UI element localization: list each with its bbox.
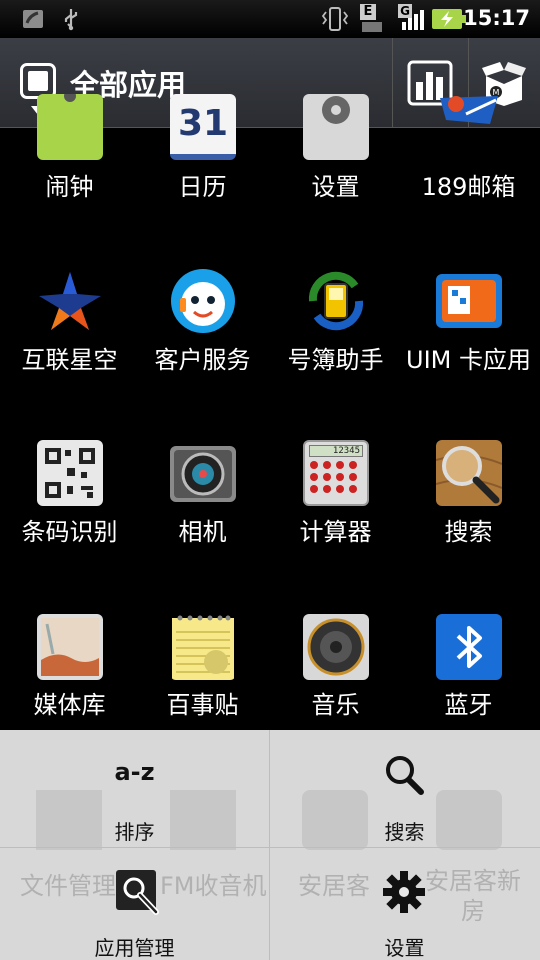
sort-button[interactable]: a-z 排序 — [0, 730, 269, 845]
app-label: 条码识别 — [21, 518, 118, 546]
options-menu: 文件管理 FM收音机 安居客 安居客新房 a-z 排序 搜索 应用管理 设置 — [0, 730, 540, 960]
customer-service-icon — [171, 269, 235, 333]
network-e-label: E — [360, 4, 376, 20]
camera-icon — [170, 446, 236, 502]
contacts-sync-icon — [308, 271, 364, 331]
sim-card-icon — [436, 274, 502, 328]
signal-g-icon: G — [398, 4, 426, 32]
app-label: 设置 — [311, 173, 360, 201]
app-manage-label: 应用管理 — [94, 936, 175, 960]
calculator-display: 12345 — [309, 445, 363, 457]
app-label: 媒体库 — [33, 691, 106, 719]
clock-time: 15:17 — [463, 6, 530, 30]
app-label: 蓝牙 — [444, 691, 493, 719]
signal-e-icon: E — [360, 4, 384, 32]
music-speaker-icon — [303, 614, 369, 680]
bluetooth-icon — [436, 614, 502, 680]
status-bar: E G 15:17 — [0, 0, 540, 38]
usb-icon — [64, 9, 78, 31]
app-label: 搜索 — [444, 518, 493, 546]
missed-call-icon — [23, 10, 43, 28]
sort-az-icon: a-z — [114, 758, 155, 786]
app-label: 互联星空 — [21, 346, 118, 374]
app-label: 计算器 — [299, 518, 372, 546]
app-label: 音乐 — [311, 691, 360, 719]
notepad-icon — [172, 615, 234, 680]
gallery-icon — [37, 614, 103, 680]
sort-label: 排序 — [114, 820, 155, 844]
app-label: 客户服务 — [154, 346, 251, 374]
app-label: 闹钟 — [45, 173, 94, 201]
app-label: 日历 — [178, 173, 227, 201]
qr-code-icon — [37, 440, 103, 506]
search-magnifier-icon — [436, 440, 502, 506]
settings-button[interactable]: 设置 — [270, 848, 539, 960]
network-g-label: G — [398, 4, 412, 18]
app-label: UIM 卡应用 — [406, 346, 531, 374]
vibrate-icon — [321, 7, 349, 31]
settings-gear-icon — [303, 94, 369, 160]
app-manage-button[interactable]: 应用管理 — [0, 848, 269, 960]
battery-charging-icon — [432, 9, 466, 29]
search-button[interactable]: 搜索 — [270, 730, 539, 845]
calendar-day: 31 — [177, 103, 229, 144]
settings-label: 设置 — [384, 936, 425, 960]
header-divider — [392, 38, 393, 128]
calculator-icon: 12345 — [303, 440, 369, 506]
app-manage-icon — [116, 870, 159, 915]
search-label: 搜索 — [384, 820, 425, 844]
gear-icon — [383, 871, 425, 913]
alarm-clock-icon — [37, 94, 103, 160]
app-label: 百事贴 — [166, 691, 239, 719]
mail-189-icon — [440, 96, 498, 124]
app-label: 相机 — [178, 518, 227, 546]
search-icon — [386, 756, 424, 795]
app-label: 189邮箱 — [421, 173, 516, 201]
calendar-icon: 31 — [170, 94, 236, 160]
calculator-keys — [310, 461, 357, 493]
app-label: 号簿助手 — [287, 346, 384, 374]
star-icon — [39, 272, 101, 330]
